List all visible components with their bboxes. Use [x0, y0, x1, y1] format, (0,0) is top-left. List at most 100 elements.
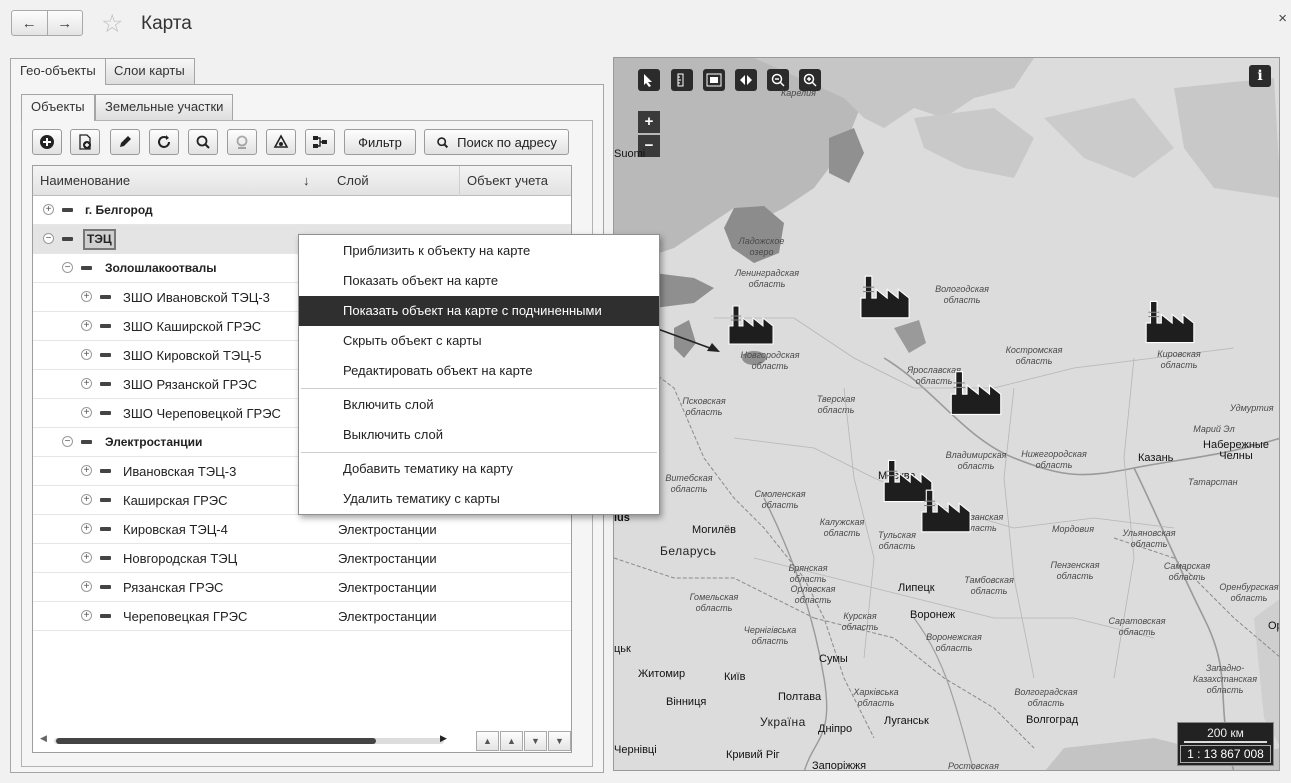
measure-length-button[interactable] [671, 69, 693, 91]
group-icon [81, 266, 92, 270]
table-row[interactable]: + Череповецкая ГРЭС Электростанции [33, 602, 571, 631]
map-label: Кировская область [1157, 349, 1201, 370]
map-label: Запоріжжя [812, 760, 867, 771]
scroll-left-icon[interactable]: ◀ [40, 733, 47, 744]
last-page-button[interactable]: ▼ [548, 731, 571, 751]
power-plant-icon[interactable] [858, 274, 912, 320]
table-row[interactable]: + г. Белгород [33, 196, 571, 225]
expand-icon[interactable]: + [81, 349, 92, 360]
map-label: цьк [614, 643, 631, 655]
menu-item-edit-object[interactable]: Редактировать объект на карте [299, 356, 659, 386]
column-layer[interactable]: Слой [330, 166, 459, 196]
map-label: Чернівці [614, 744, 657, 756]
filter-button[interactable]: Фильтр [344, 129, 416, 155]
table-row[interactable]: + Кировская ТЭЦ-4 Электростанции [33, 515, 571, 544]
map-label: Западно-Казахстанская область [1192, 663, 1257, 695]
expand-icon[interactable]: + [81, 581, 92, 592]
row-name: ЗШО Каширской ГРЭС [123, 319, 262, 334]
select-tool-button[interactable] [638, 69, 660, 91]
add-button[interactable] [32, 129, 62, 155]
column-accounting-object[interactable]: Объект учета [459, 166, 571, 196]
tab-land-plots[interactable]: Земельные участки [95, 94, 234, 120]
hierarchy-icon [313, 136, 327, 148]
filter-label: Фильтр [358, 134, 402, 150]
tab-map-layers[interactable]: Слои карты [104, 58, 195, 84]
map-label: Карелия [781, 88, 816, 98]
menu-item-hide-object[interactable]: Скрыть объект с карты [299, 326, 659, 356]
row-name: Золошлакоотвалы [105, 261, 217, 275]
pan-button[interactable] [735, 69, 757, 91]
item-icon [100, 556, 111, 560]
tab-objects[interactable]: Объекты [21, 94, 95, 121]
find-on-map-button[interactable] [227, 129, 257, 155]
scroll-thumb[interactable] [56, 738, 376, 744]
map-label: Липецк [898, 582, 935, 594]
forward-button[interactable]: → [46, 11, 83, 35]
map-view[interactable]: i + − Карелия Suomi Ладожское озеро Лени… [613, 57, 1280, 771]
expand-icon[interactable]: + [81, 610, 92, 621]
map-label: Воронежская область [926, 632, 982, 653]
address-search-button[interactable]: Поиск по адресу [424, 129, 569, 155]
map-label: Полтава [778, 691, 822, 703]
item-icon [100, 469, 111, 473]
expand-icon[interactable]: + [81, 494, 92, 505]
pencil-icon [120, 136, 131, 147]
expand-icon[interactable]: + [81, 523, 92, 534]
next-page-button[interactable]: ▼ [524, 731, 547, 751]
split-arrows-icon [740, 75, 752, 85]
table-row[interactable]: + Рязанская ГРЭС Электростанции [33, 573, 571, 602]
map-label: Луганськ [884, 715, 929, 727]
map-label: Ульяновская область [1122, 528, 1176, 549]
menu-item-disable-layer[interactable]: Выключить слой [299, 420, 659, 450]
map-label: Ленинградская область [734, 268, 800, 289]
zoom-in-button[interactable]: + [638, 111, 660, 133]
menu-separator [301, 388, 657, 389]
expand-icon[interactable]: + [81, 465, 92, 476]
zoom-in-icon [803, 73, 817, 87]
expand-icon[interactable]: + [81, 320, 92, 331]
ruler-icon [677, 73, 684, 87]
scale-distance: 200 км [1207, 726, 1244, 740]
horizontal-scrollbar[interactable]: ◀ ▶ [40, 733, 452, 746]
back-button[interactable]: ← [12, 11, 47, 35]
close-icon[interactable]: × [1278, 10, 1287, 27]
map-label: Житомир [638, 668, 686, 680]
expand-icon[interactable]: + [81, 407, 92, 418]
map-label: Витебская область [665, 473, 713, 494]
power-plant-icon[interactable] [949, 369, 1003, 417]
layer-settings-button[interactable] [266, 129, 296, 155]
favorite-star-icon[interactable]: ☆ [101, 10, 123, 38]
first-page-button[interactable]: ▲ [476, 731, 499, 751]
menu-item-add-theme[interactable]: Добавить тематику на карту [299, 454, 659, 484]
menu-item-zoom-to-object[interactable]: Приблизить к объекту на карте [299, 236, 659, 266]
add-copy-button[interactable] [70, 129, 100, 155]
power-plant-icon[interactable] [1144, 299, 1196, 345]
column-name[interactable]: Наименование [33, 166, 330, 196]
power-plant-icon[interactable] [919, 488, 973, 534]
menu-item-remove-theme[interactable]: Удалить тематику с карты [299, 484, 659, 514]
row-name: ЗШО Рязанской ГРЭС [123, 377, 258, 392]
power-plant-icon[interactable] [727, 304, 775, 346]
collapse-icon[interactable]: − [62, 262, 73, 273]
expand-icon[interactable]: + [81, 291, 92, 302]
prev-page-button[interactable]: ▲ [500, 731, 523, 751]
expand-icon[interactable]: + [81, 552, 92, 563]
expand-icon[interactable]: + [81, 378, 92, 389]
collapse-icon[interactable]: − [62, 436, 73, 447]
refresh-button[interactable] [149, 129, 179, 155]
menu-item-enable-layer[interactable]: Включить слой [299, 390, 659, 420]
edit-button[interactable] [110, 129, 140, 155]
hierarchy-button[interactable] [305, 129, 335, 155]
map-label: Татарстан [1188, 477, 1238, 487]
scroll-right-icon[interactable]: ▶ [440, 733, 447, 744]
table-row[interactable]: + Новгородская ТЭЦ Электростанции [33, 544, 571, 573]
page-title: Карта [141, 13, 192, 34]
expand-icon[interactable]: + [43, 204, 54, 215]
menu-item-show-object-with-children[interactable]: Показать объект на карте с подчиненными [299, 296, 659, 326]
find-button[interactable] [188, 129, 218, 155]
tab-geo-objects[interactable]: Гео-объекты [10, 58, 106, 85]
collapse-icon[interactable]: − [43, 233, 54, 244]
measure-area-button[interactable] [703, 69, 725, 91]
menu-item-show-object[interactable]: Показать объект на карте [299, 266, 659, 296]
info-button[interactable]: i [1249, 65, 1271, 87]
